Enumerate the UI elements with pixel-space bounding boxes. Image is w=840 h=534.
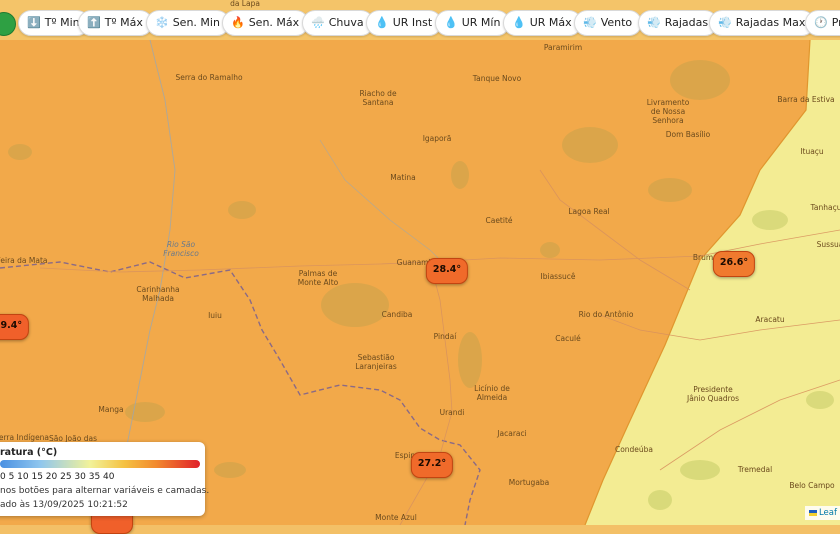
place-label: Rio do Antônio bbox=[578, 310, 634, 319]
legend-color-scale bbox=[0, 460, 200, 468]
vento-label: Vento bbox=[600, 16, 633, 29]
rajadas-max-button[interactable]: 💨 Rajadas Max bbox=[709, 10, 816, 36]
rajadas-button[interactable]: 💨 Rajadas bbox=[638, 10, 719, 36]
place-label: Rio São Francisco bbox=[163, 240, 199, 258]
ur-max-button[interactable]: 💧 UR Máx bbox=[503, 10, 582, 36]
place-label: Serra do Ramalho bbox=[175, 73, 243, 82]
place-label: Dom Basílio bbox=[665, 130, 711, 139]
rain-icon: 🌧️ bbox=[311, 16, 325, 29]
place-label: Aracatu bbox=[755, 315, 785, 324]
sen-min-button[interactable]: ❄️ Sen. Min bbox=[146, 10, 230, 36]
status-indicator-button[interactable] bbox=[0, 12, 16, 36]
place-label: Ituaçu bbox=[800, 147, 824, 156]
place-label: Iuiu bbox=[208, 311, 222, 320]
place-label: Candiba bbox=[381, 310, 413, 319]
tmin-label: Tº Min bbox=[44, 16, 80, 29]
place-label: Mortugaba bbox=[508, 478, 550, 487]
place-label: Feira da Mata bbox=[0, 256, 48, 265]
variable-toolbar: ⬇️ Tº Min ⬆️ Tº Máx ❄️ Sen. Min 🔥 Sen. Máx 🌧… bbox=[0, 10, 840, 38]
ur-max-label: UR Máx bbox=[529, 16, 572, 29]
place-label: Presidente Jânio Quadros bbox=[686, 385, 740, 403]
place-label: Carinhanha Malhada bbox=[136, 285, 180, 303]
place-label: Livramento de Nossa Senhora bbox=[646, 98, 690, 125]
arrow-down-icon: ⬇️ bbox=[27, 16, 41, 29]
ur-inst-label: UR Inst bbox=[392, 16, 433, 29]
place-label: Ferra Indígena bbox=[0, 433, 50, 442]
rajadas-label: Rajadas bbox=[664, 16, 709, 29]
place-label: Riacho de Santana bbox=[359, 89, 397, 107]
pressure-button[interactable]: 🕐Pre bbox=[805, 10, 840, 36]
station-marker[interactable]: 27.2° bbox=[410, 452, 454, 478]
vento-button[interactable]: 💨 Vento bbox=[574, 10, 643, 36]
place-label: Belo Campo bbox=[789, 481, 835, 490]
place-label: Paramirim bbox=[543, 43, 583, 52]
place-label: Sebastião Laranjeiras bbox=[355, 353, 397, 371]
sen-max-label: Sen. Máx bbox=[248, 16, 300, 29]
legend-ticks: 0 5 10 15 20 25 30 35 40 bbox=[0, 472, 115, 482]
station-marker[interactable]: 26.6° bbox=[712, 251, 756, 277]
place-label: Caculé bbox=[555, 334, 581, 343]
droplet-icon: 💧 bbox=[375, 16, 389, 29]
place-label: Pindaí bbox=[433, 332, 457, 341]
ur-min-label: UR Mín bbox=[461, 16, 501, 29]
place-label: Sussua bbox=[816, 240, 840, 249]
legend-updated: ado às 13/09/2025 10:21:52 bbox=[0, 500, 128, 510]
arrow-up-icon: ⬆️ bbox=[87, 16, 101, 29]
sen-min-label: Sen. Min bbox=[172, 16, 220, 29]
legend-title: ratura (°C) bbox=[0, 447, 58, 458]
place-label: Lagoa Real bbox=[568, 207, 610, 216]
tmax-label: Tº Máx bbox=[104, 16, 143, 29]
place-label: Jacaraci bbox=[497, 429, 527, 438]
droplet-icon: 💧 bbox=[444, 16, 458, 29]
attribution-link[interactable]: Leaf bbox=[819, 508, 837, 518]
snowflake-icon: ❄️ bbox=[155, 16, 169, 29]
ur-inst-button[interactable]: 💧 UR Inst bbox=[366, 10, 443, 36]
rajadas-max-label: Rajadas Max bbox=[735, 16, 806, 29]
fire-icon: 🔥 bbox=[231, 16, 245, 29]
station-marker[interactable]: 29.4° bbox=[0, 314, 30, 340]
chuva-button[interactable]: 🌧️ Chuva bbox=[302, 10, 374, 36]
place-label: Matina bbox=[390, 173, 416, 182]
place-label: Monte Azul bbox=[375, 513, 417, 522]
leaflet-attribution[interactable]: Leaf bbox=[804, 506, 840, 520]
pressure-label: Pre bbox=[831, 16, 840, 29]
place-label: Tanque Novo bbox=[472, 74, 522, 83]
place-label: Manga bbox=[98, 405, 124, 414]
temperature-legend: ratura (°C) 0 5 10 15 20 25 30 35 40 nos… bbox=[0, 442, 209, 516]
place-label: Palmas de Monte Alto bbox=[297, 269, 339, 287]
place-label: da Lapa bbox=[230, 0, 260, 8]
droplet-icon: 💧 bbox=[512, 16, 526, 29]
wind-icon: 💨 bbox=[718, 16, 732, 29]
station-marker[interactable]: 28.4° bbox=[425, 258, 469, 284]
ur-min-button[interactable]: 💧 UR Mín bbox=[435, 10, 511, 36]
ukraine-flag-icon bbox=[808, 509, 817, 516]
place-label: Tremedal bbox=[737, 465, 773, 474]
wind-icon: 💨 bbox=[583, 16, 597, 29]
chuva-label: Chuva bbox=[328, 16, 364, 29]
sen-max-button[interactable]: 🔥 Sen. Máx bbox=[222, 10, 310, 36]
tmax-button[interactable]: ⬆️ Tº Máx bbox=[78, 10, 153, 36]
place-label: Caetité bbox=[485, 216, 513, 225]
place-label: Ibiassucê bbox=[540, 272, 576, 281]
clock-icon: 🕐 bbox=[814, 16, 828, 29]
place-label: Barra da Estiva bbox=[777, 95, 835, 104]
wind-icon: 💨 bbox=[647, 16, 661, 29]
place-label: Tanhaçu bbox=[810, 203, 840, 212]
legend-hint: nos botões para alternar variáveis e cam… bbox=[0, 486, 210, 496]
place-label: Condeúba bbox=[614, 445, 654, 454]
place-label: Igaporã bbox=[422, 134, 452, 143]
place-label: Licínio de Almeida bbox=[474, 384, 510, 402]
place-label: Urandi bbox=[439, 408, 465, 417]
